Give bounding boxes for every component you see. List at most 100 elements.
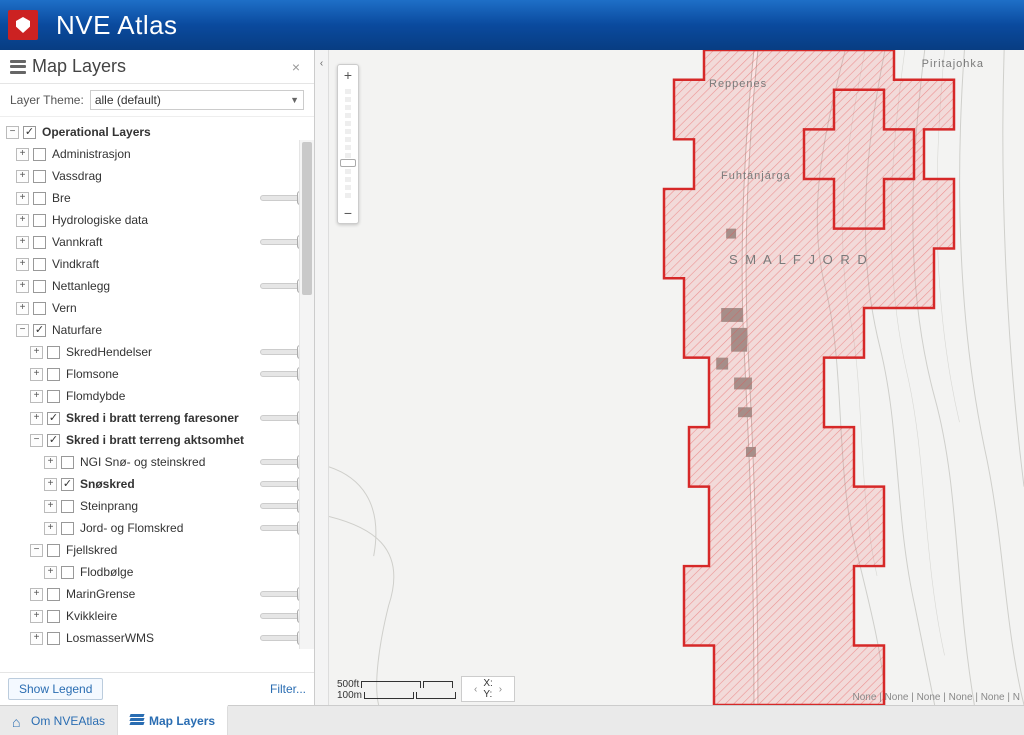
tree-label: Administrasjon (52, 147, 310, 161)
tree-item[interactable]: +NGI Snø- og steinskred (6, 451, 314, 473)
tree-item[interactable]: +Flomdybde (6, 385, 314, 407)
expander-icon[interactable]: + (30, 588, 43, 601)
checkbox[interactable] (47, 390, 60, 403)
hazard-overlay (654, 50, 1024, 705)
tree-item[interactable]: −Naturfare (6, 319, 314, 341)
theme-value: alle (default) (95, 93, 161, 107)
expander-icon[interactable]: + (16, 280, 29, 293)
zoom-slider[interactable] (345, 89, 351, 199)
checkbox[interactable] (61, 522, 74, 535)
scale-bar: 500ft 100m (337, 679, 456, 701)
tree-label: MarinGrense (66, 587, 256, 601)
layer-tree[interactable]: − Operational Layers + Administrasjon +Vas… (0, 117, 314, 672)
expander-icon[interactable]: + (30, 412, 43, 425)
checkbox[interactable] (47, 610, 60, 623)
checkbox[interactable] (47, 544, 60, 557)
tree-item[interactable]: + Administrasjon (6, 143, 314, 165)
close-icon[interactable]: × (288, 59, 304, 75)
tree-item[interactable]: + Vannkraft (6, 231, 314, 253)
show-legend-button[interactable]: Show Legend (8, 678, 103, 700)
tab-om-nveatlas[interactable]: Om NVEAtlas (0, 706, 118, 735)
tree-item[interactable]: +Jord- og Flomskred (6, 517, 314, 539)
checkbox[interactable] (47, 632, 60, 645)
expander-icon[interactable]: + (44, 456, 57, 469)
expander-icon[interactable]: + (30, 390, 43, 403)
expander-icon[interactable]: + (16, 214, 29, 227)
expander-icon[interactable]: − (6, 126, 19, 139)
expander-icon[interactable]: + (16, 258, 29, 271)
tree-label: LosmasserWMS (66, 631, 256, 645)
expander-icon[interactable]: + (16, 302, 29, 315)
panel-title: Map Layers (32, 56, 288, 77)
tree-label: Vannkraft (52, 235, 256, 249)
tree-item[interactable]: +Kvikkleire (6, 605, 314, 627)
sidebar-collapse[interactable]: ‹ (315, 50, 329, 705)
expander-icon[interactable]: + (44, 522, 57, 535)
expander-icon[interactable]: − (30, 434, 43, 447)
checkbox[interactable] (33, 302, 46, 315)
expander-icon[interactable]: + (16, 236, 29, 249)
tree-label: SkredHendelser (66, 345, 256, 359)
expander-icon[interactable]: + (16, 170, 29, 183)
expander-icon[interactable]: + (30, 346, 43, 359)
checkbox[interactable] (33, 148, 46, 161)
checkbox[interactable] (61, 456, 74, 469)
filter-link[interactable]: Filter... (270, 682, 306, 696)
checkbox[interactable] (33, 192, 46, 205)
tree-item[interactable]: +Vern (6, 297, 314, 319)
checkbox[interactable] (47, 434, 60, 447)
expander-icon[interactable]: + (16, 192, 29, 205)
expander-icon[interactable]: + (16, 148, 29, 161)
checkbox[interactable] (61, 500, 74, 513)
tree-item[interactable]: +Bre (6, 187, 314, 209)
tree-item[interactable]: +Steinprang (6, 495, 314, 517)
checkbox[interactable] (33, 170, 46, 183)
checkbox[interactable] (47, 346, 60, 359)
zoom-out-button[interactable]: − (338, 203, 358, 223)
map-canvas[interactable]: Reppenes Fuhtánjárga S M A L F J O R D P… (329, 50, 1024, 705)
tree-item[interactable]: +Skred i bratt terreng faresoner (6, 407, 314, 429)
main-area: Map Layers × Layer Theme: alle (default)… (0, 50, 1024, 705)
zoom-in-button[interactable]: + (338, 65, 358, 85)
checkbox[interactable] (47, 368, 60, 381)
tree-item[interactable]: +Nettanlegg (6, 275, 314, 297)
checkbox[interactable] (61, 566, 74, 579)
checkbox[interactable] (33, 280, 46, 293)
tree-item[interactable]: +Flomsone (6, 363, 314, 385)
chevron-down-icon: ▼ (290, 95, 299, 105)
checkbox[interactable] (33, 236, 46, 249)
expander-icon[interactable]: + (44, 478, 57, 491)
map-label-smalfjord: S M A L F J O R D (729, 252, 869, 267)
tree-item[interactable]: −Skred i bratt terreng aktsomhet (6, 429, 314, 451)
tree-item[interactable]: +Snøskred (6, 473, 314, 495)
checkbox[interactable] (47, 412, 60, 425)
checkbox[interactable] (61, 478, 74, 491)
expander-icon[interactable]: + (30, 632, 43, 645)
home-icon (12, 714, 26, 728)
checkbox[interactable] (47, 588, 60, 601)
coord-next[interactable]: › (499, 684, 502, 695)
expander-icon[interactable]: + (30, 610, 43, 623)
expander-icon[interactable]: + (44, 500, 57, 513)
tree-item[interactable]: + LosmasserWMS (6, 627, 314, 649)
checkbox[interactable] (33, 324, 46, 337)
tree-item[interactable]: +Flodbølge (6, 561, 314, 583)
expander-icon[interactable]: − (16, 324, 29, 337)
expander-icon[interactable]: + (44, 566, 57, 579)
expander-icon[interactable]: − (30, 544, 43, 557)
tree-item[interactable]: +Hydrologiske data (6, 209, 314, 231)
checkbox[interactable] (33, 258, 46, 271)
tree-root[interactable]: − Operational Layers (6, 121, 314, 143)
tab-map-layers[interactable]: Map Layers (118, 705, 228, 735)
expander-icon[interactable]: + (30, 368, 43, 381)
theme-select[interactable]: alle (default) ▼ (90, 90, 304, 110)
tree-item[interactable]: + SkredHendelser (6, 341, 314, 363)
tree-item[interactable]: +Vindkraft (6, 253, 314, 275)
tree-item[interactable]: +Vassdrag (6, 165, 314, 187)
checkbox[interactable] (33, 214, 46, 227)
tree-item[interactable]: + MarinGrense (6, 583, 314, 605)
coord-prev[interactable]: ‹ (474, 684, 477, 695)
tree-scrollbar[interactable] (299, 140, 314, 649)
checkbox[interactable] (23, 126, 36, 139)
tree-item[interactable]: −Fjellskred (6, 539, 314, 561)
